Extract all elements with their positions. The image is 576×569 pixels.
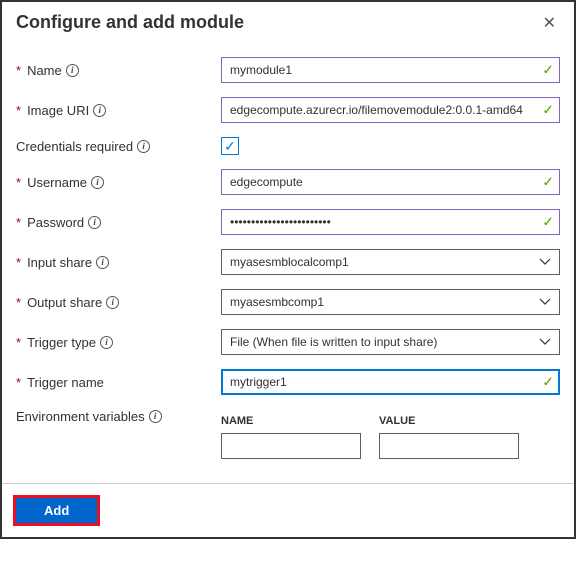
- name-input[interactable]: [221, 57, 560, 83]
- env-col-name: NAME: [221, 415, 361, 433]
- label-text: Output share: [27, 295, 102, 310]
- row-name: * Name i ✓: [16, 57, 560, 83]
- label-trigger-name: * Trigger name: [16, 375, 221, 390]
- required-marker: *: [16, 335, 21, 350]
- label-credentials-required: Credentials required i: [16, 139, 221, 154]
- label-text: Username: [27, 175, 87, 190]
- credentials-required-checkbox[interactable]: ✓: [221, 137, 239, 155]
- output-share-select[interactable]: myasesmbcomp1: [221, 289, 560, 315]
- label-text: Image URI: [27, 103, 89, 118]
- label-trigger-type: * Trigger type i: [16, 335, 221, 350]
- trigger-type-select[interactable]: File (When file is written to input shar…: [221, 329, 560, 355]
- label-text: Environment variables: [16, 409, 145, 424]
- dialog-header: Configure and add module ✕: [2, 2, 574, 39]
- info-icon[interactable]: i: [100, 336, 113, 349]
- label-text: Password: [27, 215, 84, 230]
- info-icon[interactable]: i: [106, 296, 119, 309]
- required-marker: *: [16, 295, 21, 310]
- row-input-share: * Input share i myasesmblocalcomp1: [16, 249, 560, 275]
- row-env-vars: Environment variables i NAME VALUE: [16, 409, 560, 459]
- label-password: * Password i: [16, 215, 221, 230]
- info-icon[interactable]: i: [149, 410, 162, 423]
- env-header-row: NAME VALUE: [221, 415, 560, 433]
- dialog-title: Configure and add module: [16, 12, 244, 33]
- chevron-down-icon: [539, 338, 551, 346]
- info-icon[interactable]: i: [88, 216, 101, 229]
- username-input[interactable]: [221, 169, 560, 195]
- label-text: Credentials required: [16, 139, 133, 154]
- label-text: Trigger name: [27, 375, 104, 390]
- close-icon[interactable]: ✕: [539, 13, 560, 33]
- required-marker: *: [16, 103, 21, 118]
- label-name: * Name i: [16, 63, 221, 78]
- row-username: * Username i ✓: [16, 169, 560, 195]
- image-uri-input[interactable]: [221, 97, 560, 123]
- required-marker: *: [16, 255, 21, 270]
- input-share-select[interactable]: myasesmblocalcomp1: [221, 249, 560, 275]
- info-icon[interactable]: i: [93, 104, 106, 117]
- label-username: * Username i: [16, 175, 221, 190]
- label-env-vars: Environment variables i: [16, 409, 221, 424]
- chevron-down-icon: [539, 258, 551, 266]
- info-icon[interactable]: i: [66, 64, 79, 77]
- dialog-footer: Add: [2, 483, 574, 537]
- label-input-share: * Input share i: [16, 255, 221, 270]
- env-input-row: [221, 433, 560, 459]
- info-icon[interactable]: i: [137, 140, 150, 153]
- row-output-share: * Output share i myasesmbcomp1: [16, 289, 560, 315]
- add-button[interactable]: Add: [16, 498, 97, 523]
- label-image-uri: * Image URI i: [16, 103, 221, 118]
- form-body: * Name i ✓ * Image URI i ✓ Credentials r…: [2, 39, 574, 483]
- info-icon[interactable]: i: [96, 256, 109, 269]
- env-name-input[interactable]: [221, 433, 361, 459]
- trigger-name-input[interactable]: [221, 369, 560, 395]
- label-output-share: * Output share i: [16, 295, 221, 310]
- row-credentials-required: Credentials required i ✓: [16, 137, 560, 155]
- row-password: * Password i ✓: [16, 209, 560, 235]
- label-text: Name: [27, 63, 62, 78]
- password-input[interactable]: [221, 209, 560, 235]
- env-col-value: VALUE: [379, 415, 519, 433]
- env-value-input[interactable]: [379, 433, 519, 459]
- select-value: myasesmblocalcomp1: [230, 255, 349, 269]
- label-text: Trigger type: [27, 335, 96, 350]
- required-marker: *: [16, 175, 21, 190]
- select-value: File (When file is written to input shar…: [230, 335, 437, 349]
- required-marker: *: [16, 375, 21, 390]
- select-value: myasesmbcomp1: [230, 295, 324, 309]
- row-trigger-type: * Trigger type i File (When file is writ…: [16, 329, 560, 355]
- row-trigger-name: * Trigger name ✓: [16, 369, 560, 395]
- label-text: Input share: [27, 255, 92, 270]
- chevron-down-icon: [539, 298, 551, 306]
- info-icon[interactable]: i: [91, 176, 104, 189]
- row-image-uri: * Image URI i ✓: [16, 97, 560, 123]
- required-marker: *: [16, 215, 21, 230]
- required-marker: *: [16, 63, 21, 78]
